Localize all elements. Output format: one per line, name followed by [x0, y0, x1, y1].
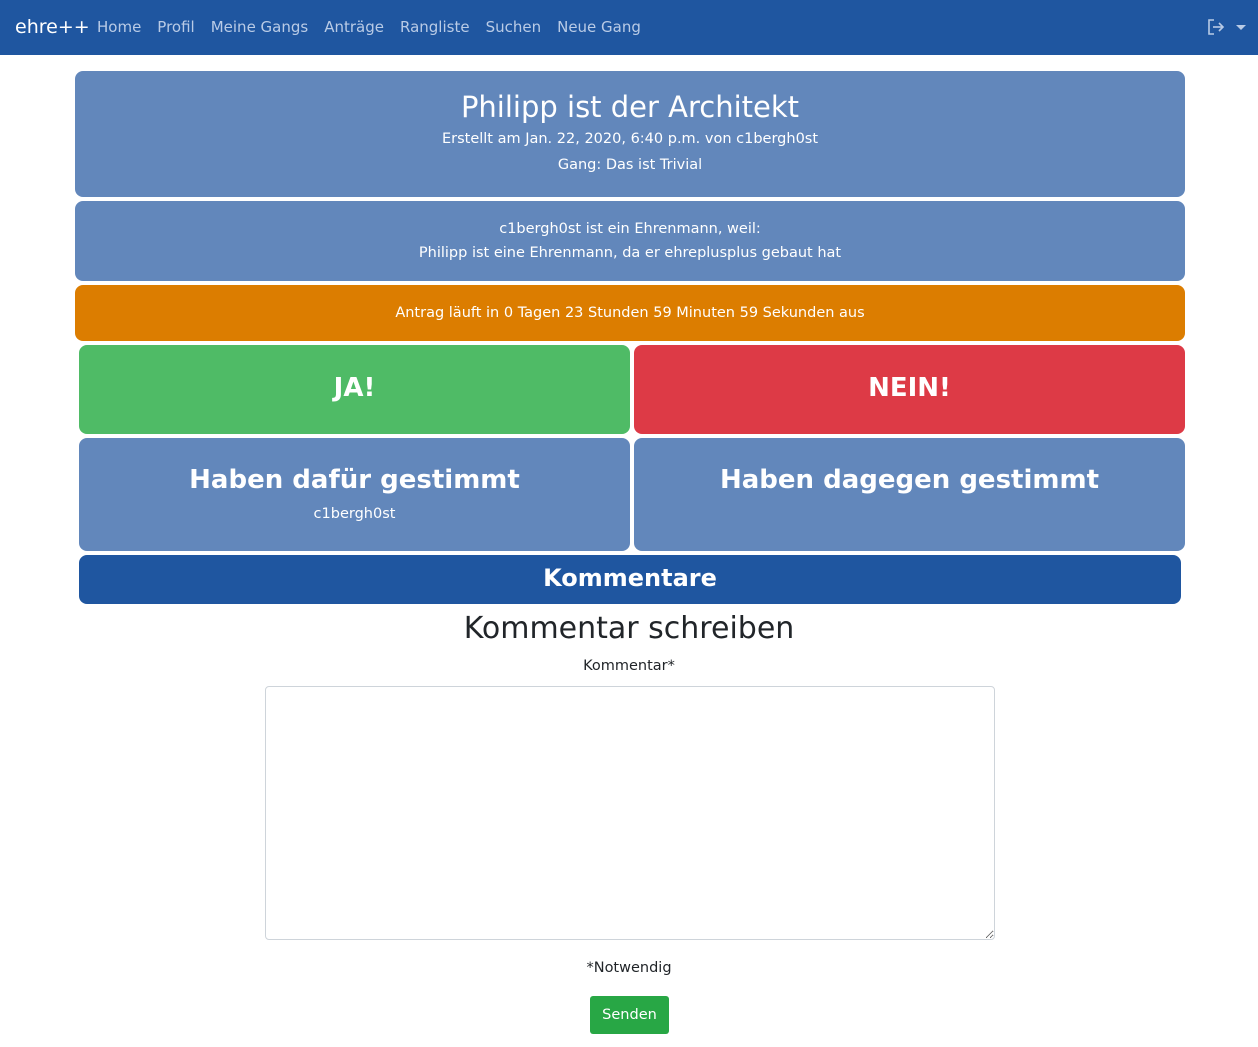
send-button[interactable]: Senden: [590, 996, 669, 1034]
voters-for-title: Haben dafür gestimmt: [189, 465, 520, 495]
comments-header: Kommentare: [79, 555, 1181, 604]
proposal-gang: Gang: Das ist Trivial: [557, 157, 703, 173]
nav-link-rangliste[interactable]: Rangliste: [400, 17, 470, 37]
nav-link-neue-gang[interactable]: Neue Gang: [557, 17, 641, 37]
reason-text: Philipp ist eine Ehrenmann, da er ehrepl…: [418, 245, 842, 261]
logout-icon[interactable]: [1206, 17, 1226, 37]
voter-name: c1bergh0st: [313, 506, 396, 522]
chevron-down-icon[interactable]: [1236, 24, 1246, 30]
vote-yes-button[interactable]: JA!: [79, 345, 630, 434]
brand-logo[interactable]: ehre++: [15, 15, 90, 39]
voters-for-card: Haben dafür gestimmt c1bergh0st: [79, 438, 630, 551]
nav-link-home[interactable]: Home: [97, 17, 141, 37]
reason-intro: c1bergh0st ist ein Ehrenmann, weil:: [499, 221, 761, 237]
proposal-created-info: Erstellt am Jan. 22, 2020, 6:40 p.m. von…: [441, 131, 819, 147]
comment-field-label: Kommentar*: [583, 658, 675, 674]
comment-form-title: Kommentar schreiben: [463, 611, 795, 646]
comment-textarea[interactable]: [265, 686, 995, 940]
nav-link-meine-gangs[interactable]: Meine Gangs: [211, 17, 309, 37]
required-note: *Notwendig: [586, 960, 672, 976]
nav-link-profil[interactable]: Profil: [157, 17, 194, 37]
proposal-title: Philipp ist der Architekt: [460, 90, 800, 124]
user-menu-dropdown[interactable]: [1206, 17, 1246, 37]
nav-link-antraege[interactable]: Anträge: [324, 17, 384, 37]
navbar: ehre++ Home Profil Meine Gangs Anträge R…: [0, 0, 1258, 55]
nav-link-suchen[interactable]: Suchen: [486, 17, 542, 37]
proposal-header-card: Philipp ist der Architekt Erstellt am Ja…: [75, 71, 1185, 197]
proposal-reason-card: c1bergh0st ist ein Ehrenmann, weil: Phil…: [75, 201, 1185, 281]
voters-against-card: Haben dagegen gestimmt: [634, 438, 1185, 551]
proposal-timer: Antrag läuft in 0 Tagen 23 Stunden 59 Mi…: [75, 285, 1185, 341]
voters-against-title: Haben dagegen gestimmt: [720, 465, 1099, 495]
vote-no-button[interactable]: NEIN!: [634, 345, 1185, 434]
nav-links: Home Profil Meine Gangs Anträge Ranglist…: [97, 17, 641, 37]
